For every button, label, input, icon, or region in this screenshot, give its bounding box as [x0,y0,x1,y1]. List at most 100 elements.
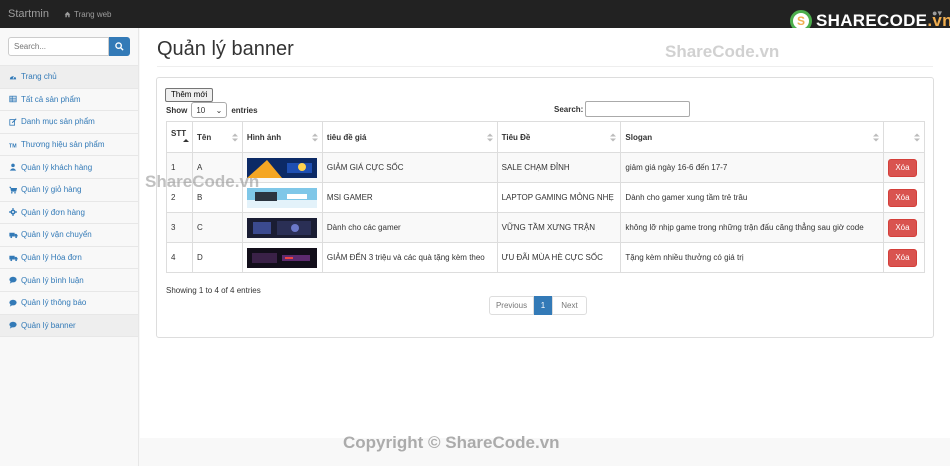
table-search-label: Search: [554,104,584,114]
sidebar-search [0,28,138,66]
column-header-label: STT [171,128,187,138]
dashboard-icon [9,73,17,81]
sidebar-item-label: Danh mục sản phẩm [21,117,95,127]
watermark-middle: ShareCode.vn [145,172,260,191]
sidebar-item-11[interactable]: Quản lý thông báo [0,292,138,315]
add-banner-button[interactable]: Thêm mới [165,88,214,102]
comment-icon [9,321,17,329]
cell-slogan: Dành cho gamer xung tầm trẻ trâu [620,182,884,213]
column-header-6[interactable]: Slogan [620,121,884,153]
sidebar-item-3[interactable]: Danh mục sản phẩm [0,111,138,134]
cell-price_title: GIẢM GIÁ CỰC SỐC [321,152,498,183]
sidebar-search-input[interactable] [8,37,109,56]
sort-both-icon [311,133,318,142]
column-header-4[interactable]: tiêu đề giá [321,121,498,153]
table-row: 4 D GIẢM ĐẾN 3 triệu và các quà tặng kèm t… [166,242,926,273]
sidebar-item-6[interactable]: Quản lý giỏ hàng [0,179,138,202]
pagination: Previous 1 Next [489,296,587,315]
sort-both-icon [486,133,493,142]
sidebar-item-label: Quản lý Hóa đơn [21,253,82,263]
sidebar-item-10[interactable]: Quản lý bình luận [0,269,138,292]
sidebar-search-button[interactable] [109,37,130,56]
watermark-top: ShareCode.vn [665,42,780,61]
table-search: Search: [554,101,691,117]
column-header-label: Tiêu Đề [501,132,531,142]
cell-stt: 3 [166,212,193,243]
table-info: Showing 1 to 4 of 4 entries [166,286,261,295]
column-header-2[interactable]: Tên [191,121,243,153]
cell-price_title: MSI GAMER [321,182,498,213]
entries-select-value: 10 [196,105,206,115]
pagination-previous[interactable]: Previous [489,296,534,315]
sidebar-item-label: Trang chủ [21,72,57,82]
cell-title: ƯU ĐÃI MÙA HÈ CỰC SỐC [496,242,622,273]
title-divider [157,66,933,67]
sidebar-item-label: Quản lý thông báo [21,298,87,308]
cell-slogan: giảm giá ngày 16-6 đến 17-7 [620,152,884,183]
sidebar-item-12[interactable]: Quản lý banner [0,314,138,338]
show-label: Show [166,105,188,115]
sidebar-item-label: Quản lý đơn hàng [21,207,85,217]
cell-actions: Xóa [882,152,926,183]
svg-text:TM: TM [9,143,17,149]
brand-link[interactable]: Startmin [8,8,64,20]
table-row: 2 B MSI GAMER LAPTOP GAMING MỎNG NHẸ Dành ch… [166,182,926,213]
sidebar: Trang chủ Tất cả sản phẩm Danh mục sản phẩ… [0,28,139,466]
sidebar-item-9[interactable]: Quản lý Hóa đơn [0,247,138,270]
cart-icon [9,186,17,194]
comment-icon [9,299,17,307]
sidebar-item-5[interactable]: Quản lý khách hàng [0,156,138,179]
delete-button[interactable]: Xóa [887,218,917,237]
entries-select[interactable]: 10 ⌄ [191,102,228,118]
main-content: Quản lý banner Thêm mới Show 10 ⌄ entrie… [140,28,950,438]
sidebar-item-2[interactable]: Tất cả sản phẩm [0,89,138,112]
pagination-page-1[interactable]: 1 [534,296,552,315]
sidebar-item-label: Tất cả sản phẩm [21,94,81,104]
cell-price_title: GIẢM ĐẾN 3 triệu và các quà tặng kèm the… [321,242,498,273]
cell-image [241,242,323,273]
top-navbar: Startmin Trang web ●▾ S SHARECODE.vn [0,0,950,32]
delete-button[interactable]: Xóa [887,158,917,177]
edit-icon [9,118,17,126]
banner-thumbnail [246,217,318,238]
table-row: 1 A GIẢM GIÁ CỰC SỐC SALE CHẠM ĐỈNH giảm giá… [166,152,926,183]
cell-price_title: Dành cho các gamer [321,212,498,243]
sidebar-nav: Trang chủ Tất cả sản phẩm Danh mục sản phẩ… [0,66,138,338]
cell-name: C [191,212,243,243]
cell-actions: Xóa [882,242,926,273]
sidebar-item-8[interactable]: Quản lý vận chuyển [0,224,138,247]
column-header-1[interactable]: STT [166,121,193,153]
sidebar-item-4[interactable]: TM Thương hiệu sản phẩm [0,134,138,157]
delete-button[interactable]: Xóa [887,188,917,207]
trademark-icon: TM [9,141,17,149]
banner-table: STT Tên Hình ảnh tiêu đề giá Tiêu Đề Slogan 1… [166,121,926,273]
delete-button[interactable]: Xóa [887,248,917,267]
cell-slogan: Tặng kèm nhiều thưởng có giá trị [620,242,884,273]
home-link-label: Trang web [74,9,112,19]
entries-length: Show 10 ⌄ entries [166,102,258,118]
column-header-3[interactable]: Hình ảnh [241,121,323,153]
pagination-next[interactable]: Next [552,296,587,315]
cell-actions: Xóa [882,182,926,213]
user-icon [9,163,17,171]
cell-image [241,212,323,243]
sidebar-item-7[interactable]: Quản lý đơn hàng [0,202,138,225]
sidebar-item-label: Quản lý vận chuyển [21,230,92,240]
home-link[interactable]: Trang web [64,10,112,19]
sidebar-item-label: Quản lý bình luận [21,275,84,285]
sidebar-item-label: Quản lý giỏ hàng [21,185,82,195]
sidebar-item-1[interactable]: Trang chủ [0,66,138,89]
cell-title: SALE CHẠM ĐỈNH [496,152,622,183]
sidebar-item-label: Thương hiệu sản phẩm [21,140,105,150]
search-icon [115,42,124,51]
table-icon [9,95,17,103]
entries-label: entries [231,105,258,115]
column-header-7[interactable] [882,121,926,153]
column-header-5[interactable]: Tiêu Đề [496,121,622,153]
cell-actions: Xóa [882,212,926,243]
sidebar-item-label: Quản lý khách hàng [21,162,93,172]
cell-title: LAPTOP GAMING MỎNG NHẸ [496,182,622,213]
table-header-row: STT Tên Hình ảnh tiêu đề giá Tiêu Đề Slogan [166,121,926,153]
table-search-input[interactable] [585,101,691,117]
sort-both-icon [610,133,617,142]
